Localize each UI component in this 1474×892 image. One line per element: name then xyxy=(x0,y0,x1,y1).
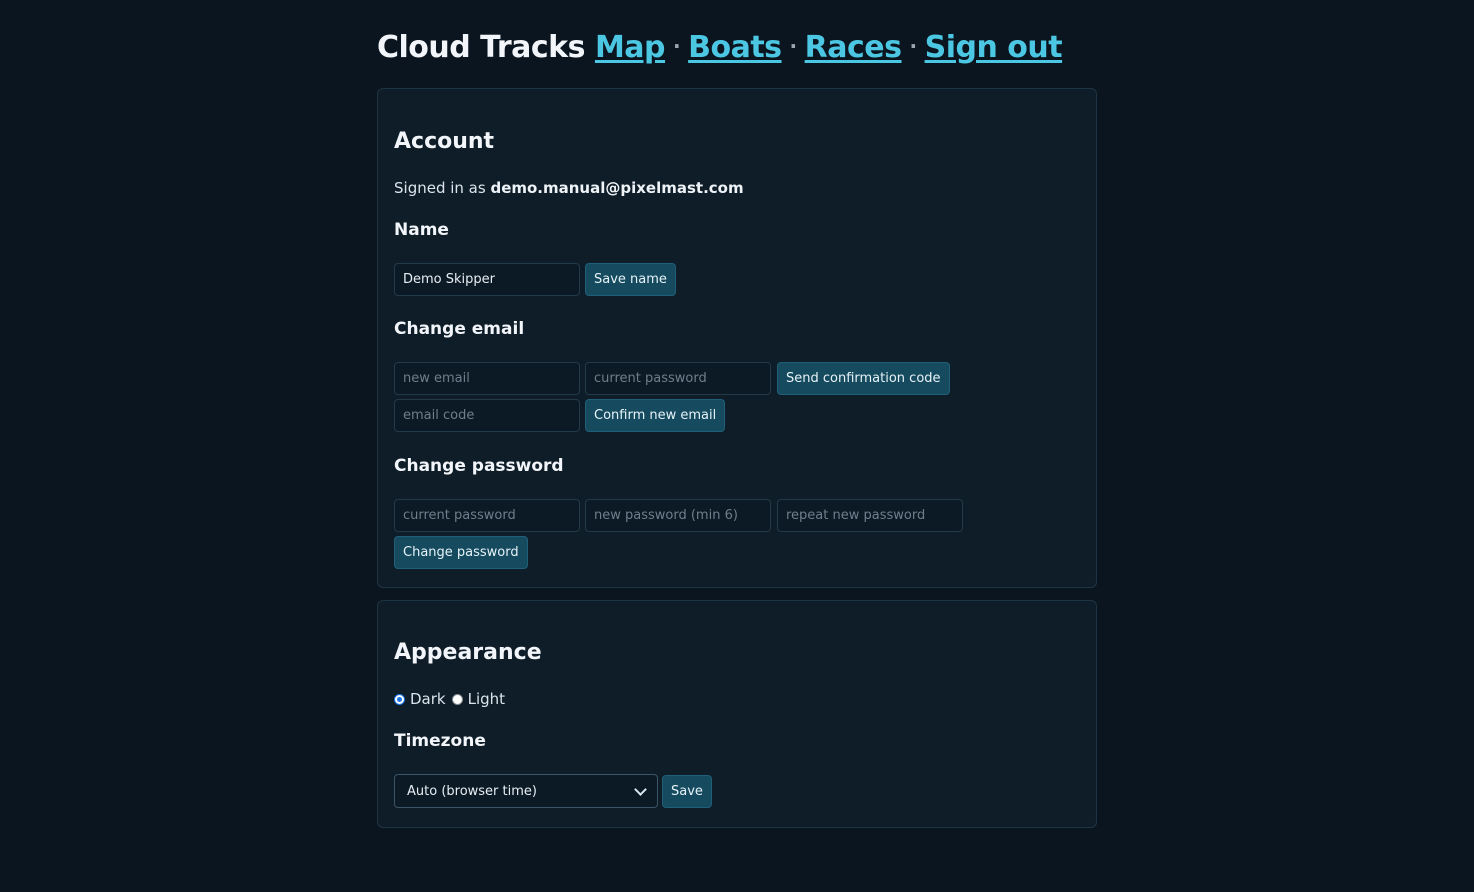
email-current-password-input[interactable] xyxy=(585,362,771,395)
signed-in-prefix: Signed in as xyxy=(394,179,491,197)
name-input[interactable] xyxy=(394,263,580,296)
account-title: Account xyxy=(394,129,495,154)
theme-dark-label[interactable]: Dark xyxy=(410,690,446,708)
app-title: Cloud Tracks xyxy=(377,30,585,65)
nav-separator: · xyxy=(909,34,918,58)
timezone-select[interactable]: Auto (browser time) xyxy=(394,774,658,808)
nav-separator: · xyxy=(789,34,798,58)
nav-link-map[interactable]: Map xyxy=(595,30,666,65)
timezone-title: Timezone xyxy=(394,731,486,751)
appearance-title: Appearance xyxy=(394,640,542,665)
new-password-input[interactable] xyxy=(585,499,771,532)
theme-dark-radio[interactable] xyxy=(394,693,405,705)
change-email-title: Change email xyxy=(394,319,525,339)
email-code-input[interactable] xyxy=(394,399,580,432)
nav-link-sign-out[interactable]: Sign out xyxy=(925,30,1063,65)
timezone-selected-value: Auto (browser time) xyxy=(407,783,537,799)
theme-radio-group: Dark Light xyxy=(394,690,511,708)
save-timezone-button[interactable]: Save xyxy=(662,775,712,808)
theme-light-radio[interactable] xyxy=(451,693,463,705)
nav-separator: · xyxy=(673,34,681,58)
change-password-button[interactable]: Change password xyxy=(394,536,528,569)
nav-link-races[interactable]: Races xyxy=(805,30,902,65)
nav-link-boats[interactable]: Boats xyxy=(688,30,782,65)
appearance-card: Appearance Dark Light Timezone Auto (bro… xyxy=(377,600,1097,828)
name-section-title: Name xyxy=(394,220,449,240)
new-email-input[interactable] xyxy=(394,362,580,395)
signed-in-text: Signed in as demo.manual@pixelmast.com xyxy=(394,179,744,197)
account-card: Account Signed in as demo.manual@pixelma… xyxy=(377,88,1097,588)
confirm-new-email-button[interactable]: Confirm new email xyxy=(585,399,726,432)
chevron-down-icon xyxy=(634,782,647,796)
save-name-button[interactable]: Save name xyxy=(585,263,676,296)
change-password-title: Change password xyxy=(394,456,564,476)
repeat-password-input[interactable] xyxy=(777,499,963,532)
current-password-input[interactable] xyxy=(394,499,580,532)
signed-in-email: demo.manual@pixelmast.com xyxy=(490,179,744,197)
send-confirmation-code-button[interactable]: Send confirmation code xyxy=(777,362,950,395)
theme-light-label[interactable]: Light xyxy=(468,690,505,708)
page-header: Cloud Tracks Map · Boats · Races · Sign out xyxy=(377,24,1063,74)
